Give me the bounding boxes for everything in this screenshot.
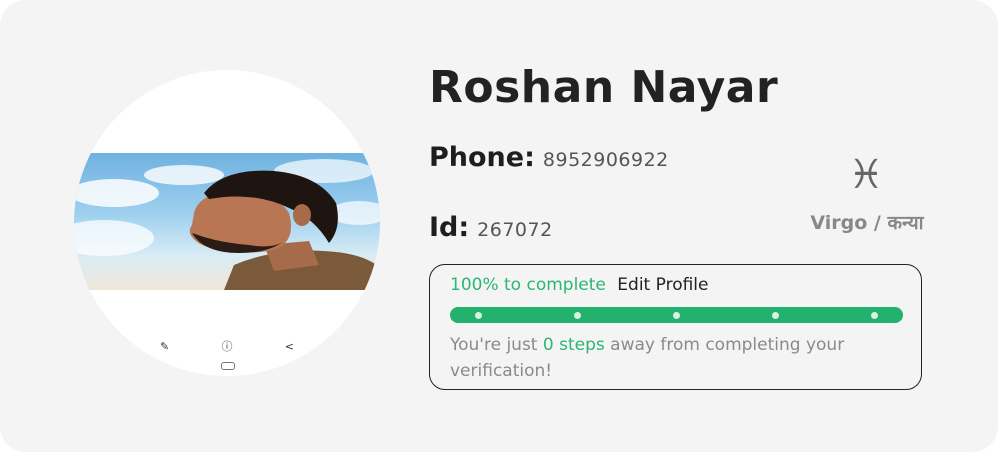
home-indicator-icon <box>221 362 235 370</box>
progress-step-dot <box>772 312 779 319</box>
zodiac-name: Virgo / कन्या <box>810 212 924 234</box>
profile-name: Roshan Nayar <box>429 62 779 113</box>
id-value: 267072 <box>477 219 553 241</box>
progress-step-dot <box>673 312 680 319</box>
completion-progress-bar <box>450 307 903 323</box>
completion-percent: 100% to complete <box>450 275 606 295</box>
phone-label: Phone: <box>429 142 535 173</box>
zodiac-icon: ♓ <box>848 152 884 198</box>
profile-completion-panel: 100% to complete Edit Profile You're jus… <box>429 264 922 390</box>
steps-remaining: 0 steps <box>542 335 605 355</box>
id-label: Id: <box>429 212 470 243</box>
profile-photo <box>74 153 380 290</box>
progress-step-dot <box>871 312 878 319</box>
profile-card: ✎ ⓘ < Roshan Nayar Phone: 8952906922 Id: 2… <box>0 0 998 452</box>
info-icon[interactable]: ⓘ <box>222 340 233 354</box>
image-viewer-toolbar: ✎ ⓘ < <box>160 340 294 354</box>
edit-profile-link[interactable]: Edit Profile <box>617 275 708 295</box>
avatar[interactable]: ✎ ⓘ < <box>74 70 380 376</box>
message-prefix: You're just <box>450 335 543 355</box>
phone-value: 8952906922 <box>542 149 669 171</box>
progress-step-dot <box>574 312 581 319</box>
phone-row: Phone: 8952906922 <box>429 142 669 173</box>
completion-header: 100% to complete Edit Profile <box>450 275 708 295</box>
progress-step-dot <box>475 312 482 319</box>
completion-message: You're just 0 steps away from completing… <box>450 332 890 384</box>
id-row: Id: 267072 <box>429 212 553 243</box>
pencil-icon[interactable]: ✎ <box>160 340 169 354</box>
share-icon[interactable]: < <box>285 340 294 354</box>
